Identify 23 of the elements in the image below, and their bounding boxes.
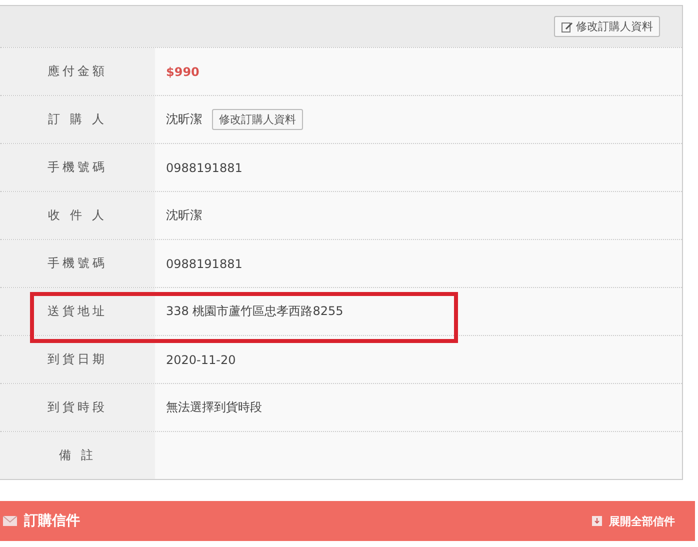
mail-title: 訂購信件 bbox=[24, 512, 80, 530]
field-label: 收 件 人 bbox=[0, 192, 155, 239]
envelope-icon bbox=[3, 516, 17, 526]
field-value: 無法選擇到貨時段 bbox=[166, 399, 262, 416]
amount-value: $990 bbox=[166, 64, 200, 78]
field-value: 0988191881 bbox=[166, 160, 242, 174]
field-value: 沈昕潔 bbox=[166, 207, 202, 224]
edit-buyer-button[interactable]: 修改訂購人資料 bbox=[554, 16, 660, 37]
field-label: 送貨地址 bbox=[0, 288, 155, 335]
field-label: 手機號碼 bbox=[0, 144, 155, 191]
field-label: 應付金額 bbox=[0, 48, 155, 95]
edit-buyer-button[interactable]: 修改訂購人資料 bbox=[212, 109, 303, 130]
field-label: 訂 購 人 bbox=[0, 96, 155, 143]
field-value: 0988191881 bbox=[166, 256, 242, 270]
download-icon bbox=[592, 516, 602, 526]
edit-icon bbox=[561, 20, 573, 32]
field-label: 到貨時段 bbox=[0, 384, 155, 431]
field-value: 沈昕潔 bbox=[166, 111, 202, 128]
field-label: 到貨日期 bbox=[0, 336, 155, 383]
field-label: 備 註 bbox=[0, 432, 155, 479]
field-value: 338 桃園市蘆竹區忠孝西路8255 bbox=[166, 303, 344, 320]
field-value: 2020-11-20 bbox=[166, 352, 236, 366]
field-label: 手機號碼 bbox=[0, 240, 155, 287]
